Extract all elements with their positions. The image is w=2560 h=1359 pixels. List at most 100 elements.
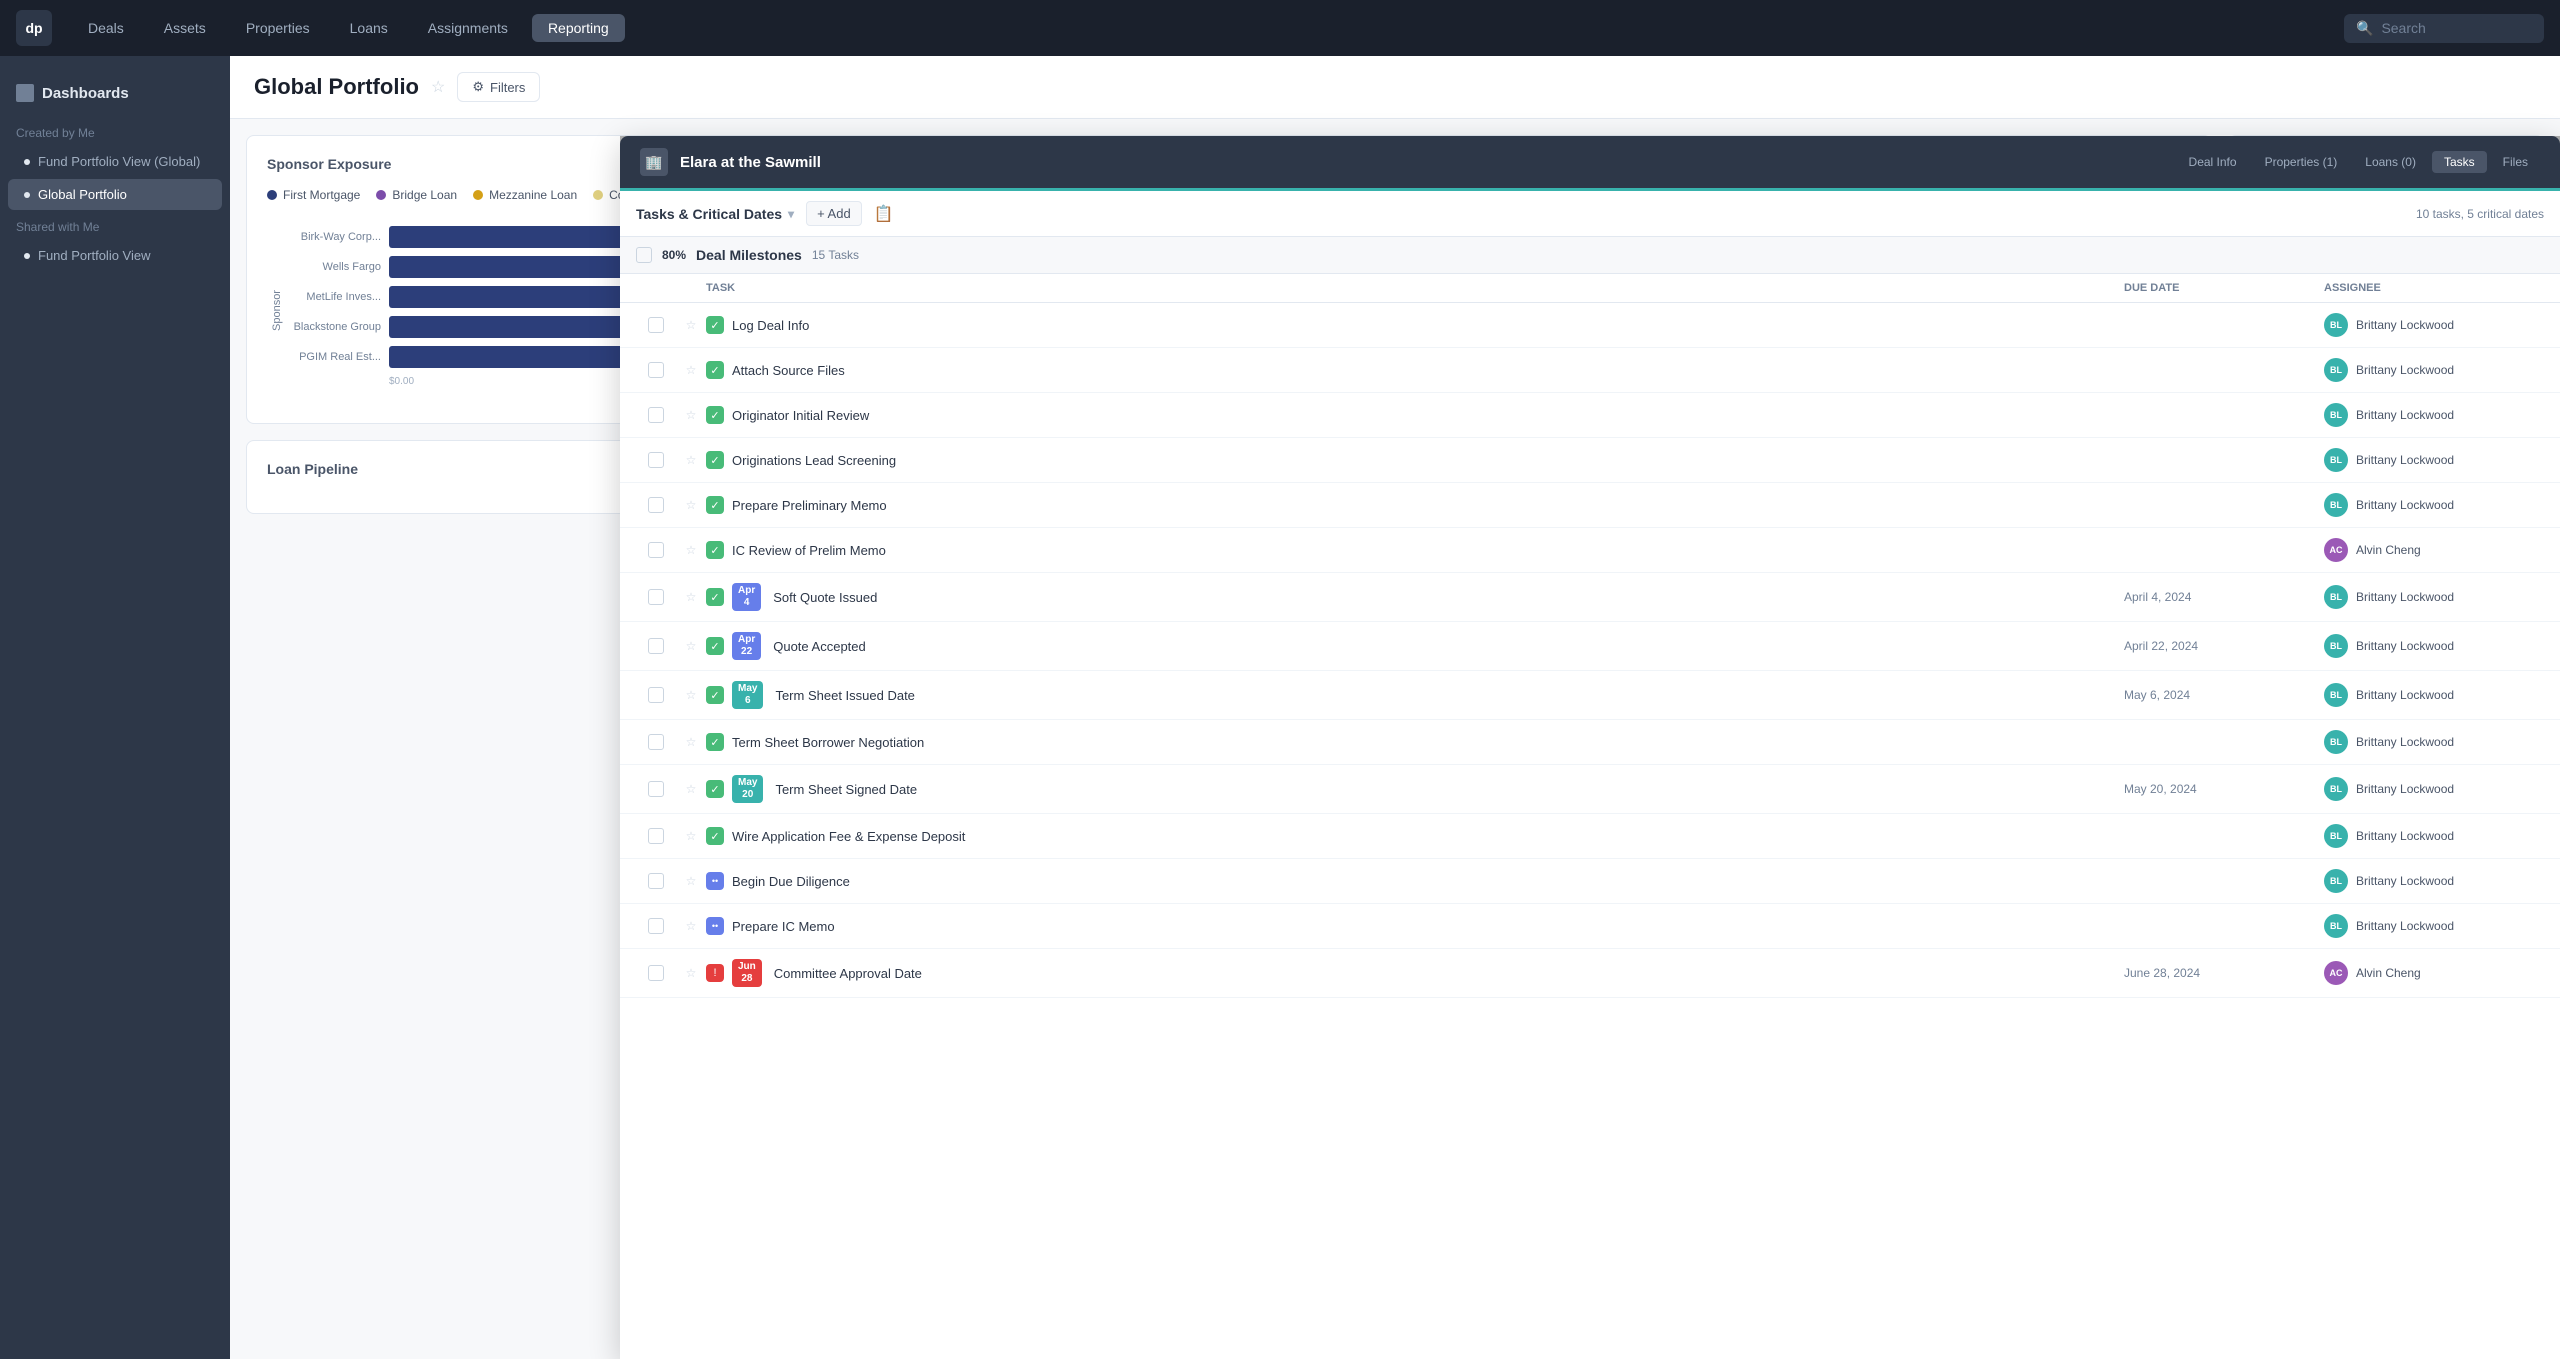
row-checkbox[interactable]	[636, 407, 676, 423]
task-assignee: AC Alvin Cheng	[2324, 961, 2544, 985]
nav-assignments[interactable]: Assignments	[412, 14, 524, 42]
search-bar[interactable]: 🔍 Search	[2344, 14, 2544, 43]
nav-reporting[interactable]: Reporting	[532, 14, 625, 42]
checkbox[interactable]	[648, 828, 664, 844]
legend-label: First Mortgage	[283, 188, 360, 202]
row-checkbox[interactable]	[636, 687, 676, 703]
checkbox[interactable]	[648, 734, 664, 750]
row-star[interactable]: ☆	[676, 829, 706, 843]
checkbox[interactable]	[648, 781, 664, 797]
task-name: Originator Initial Review	[732, 408, 869, 423]
nav-loans[interactable]: Loans	[334, 14, 404, 42]
nav-properties[interactable]: Properties	[230, 14, 326, 42]
row-star[interactable]: ☆	[676, 318, 706, 332]
row-star[interactable]: ☆	[676, 966, 706, 980]
row-star[interactable]: ☆	[676, 735, 706, 749]
row-checkbox[interactable]	[636, 589, 676, 605]
checkbox[interactable]	[648, 638, 664, 654]
tab-loans[interactable]: Loans (0)	[2353, 151, 2428, 173]
badge-month: May	[738, 683, 757, 695]
row-star[interactable]: ☆	[676, 639, 706, 653]
row-star[interactable]: ☆	[676, 688, 706, 702]
row-star[interactable]: ☆	[676, 408, 706, 422]
row-star[interactable]: ☆	[676, 453, 706, 467]
checkbox[interactable]	[648, 362, 664, 378]
favorite-icon[interactable]: ☆	[431, 77, 445, 97]
assignee-avatar: BL	[2324, 403, 2348, 427]
nav-deals[interactable]: Deals	[72, 14, 140, 42]
app-logo[interactable]: dp	[16, 10, 52, 46]
nav-assets[interactable]: Assets	[148, 14, 222, 42]
filters-button[interactable]: ⚙ Filters	[457, 72, 540, 102]
task-cell: ✓ Originations Lead Screening	[706, 451, 2124, 469]
task-status-icon: ✓	[706, 406, 724, 424]
task-name: Originations Lead Screening	[732, 453, 896, 468]
checkbox[interactable]	[648, 542, 664, 558]
checkbox[interactable]	[648, 452, 664, 468]
task-row: ☆ •• Begin Due Diligence BL Brittany Loc…	[620, 859, 2560, 904]
checkbox[interactable]	[648, 687, 664, 703]
row-checkbox[interactable]	[636, 542, 676, 558]
date-badge: May 6	[732, 681, 763, 709]
assignee-avatar: AC	[2324, 961, 2348, 985]
row-checkbox[interactable]	[636, 828, 676, 844]
badge-day: 4	[744, 597, 750, 609]
row-checkbox[interactable]	[636, 965, 676, 981]
tasks-content[interactable]: 80% Deal Milestones 15 Tasks Task Due Da…	[620, 237, 2560, 1359]
row-checkbox[interactable]	[636, 497, 676, 513]
checkbox[interactable]	[648, 497, 664, 513]
row-checkbox[interactable]	[636, 873, 676, 889]
row-checkbox[interactable]	[636, 317, 676, 333]
task-status-icon: ✓	[706, 361, 724, 379]
checkbox[interactable]	[648, 589, 664, 605]
checkbox[interactable]	[648, 918, 664, 934]
bar-label: Wells Fargo	[291, 261, 381, 273]
row-checkbox[interactable]	[636, 452, 676, 468]
task-status-icon: ✓	[706, 496, 724, 514]
tab-tasks[interactable]: Tasks	[2432, 151, 2487, 173]
task-row: ☆ ✓ Originator Initial Review BL Brittan…	[620, 393, 2560, 438]
row-checkbox[interactable]	[636, 638, 676, 654]
task-assignee: BL Brittany Lockwood	[2324, 824, 2544, 848]
task-date: June 28, 2024	[2124, 966, 2324, 980]
sidebar-item-global-portfolio[interactable]: Global Portfolio	[8, 179, 222, 210]
add-button[interactable]: + Add	[806, 201, 862, 226]
row-checkbox[interactable]	[636, 918, 676, 934]
row-checkbox[interactable]	[636, 362, 676, 378]
select-all-checkbox[interactable]	[636, 247, 652, 263]
progress-value: 80%	[662, 248, 686, 262]
row-star[interactable]: ☆	[676, 590, 706, 604]
row-checkbox[interactable]	[636, 734, 676, 750]
row-star[interactable]: ☆	[676, 498, 706, 512]
task-date: May 6, 2024	[2124, 688, 2324, 702]
assignee-name: Brittany Lockwood	[2356, 874, 2454, 888]
badge-day: 6	[745, 695, 751, 707]
assignee-avatar: BL	[2324, 683, 2348, 707]
row-star[interactable]: ☆	[676, 919, 706, 933]
task-cell: ✓ Originator Initial Review	[706, 406, 2124, 424]
task-status-icon: ✓	[706, 637, 724, 655]
row-star[interactable]: ☆	[676, 363, 706, 377]
task-status-icon: ••	[706, 872, 724, 890]
checkbox[interactable]	[648, 317, 664, 333]
tab-properties[interactable]: Properties (1)	[2253, 151, 2350, 173]
checkbox[interactable]	[648, 965, 664, 981]
row-star[interactable]: ☆	[676, 543, 706, 557]
tab-files[interactable]: Files	[2491, 151, 2540, 173]
checkbox[interactable]	[648, 873, 664, 889]
row-star[interactable]: ☆	[676, 874, 706, 888]
task-cell: ✓ Apr 4 Soft Quote Issued	[706, 583, 2124, 611]
badge-day: 28	[741, 973, 752, 985]
sidebar-item-fund-portfolio-view[interactable]: Fund Portfolio View	[8, 240, 222, 271]
task-assignee: BL Brittany Lockwood	[2324, 914, 2544, 938]
row-star[interactable]: ☆	[676, 782, 706, 796]
modal-tabs: Deal Info Properties (1) Loans (0) Tasks…	[2177, 151, 2540, 173]
badge-month: Apr	[738, 634, 755, 646]
milestone-header: 80% Deal Milestones 15 Tasks	[620, 237, 2560, 274]
tab-deal-info[interactable]: Deal Info	[2177, 151, 2249, 173]
checkbox[interactable]	[648, 407, 664, 423]
tasks-title-caret: ▾	[788, 207, 794, 221]
task-date: April 22, 2024	[2124, 639, 2324, 653]
row-checkbox[interactable]	[636, 781, 676, 797]
sidebar-item-fund-portfolio-global[interactable]: Fund Portfolio View (Global)	[8, 146, 222, 177]
